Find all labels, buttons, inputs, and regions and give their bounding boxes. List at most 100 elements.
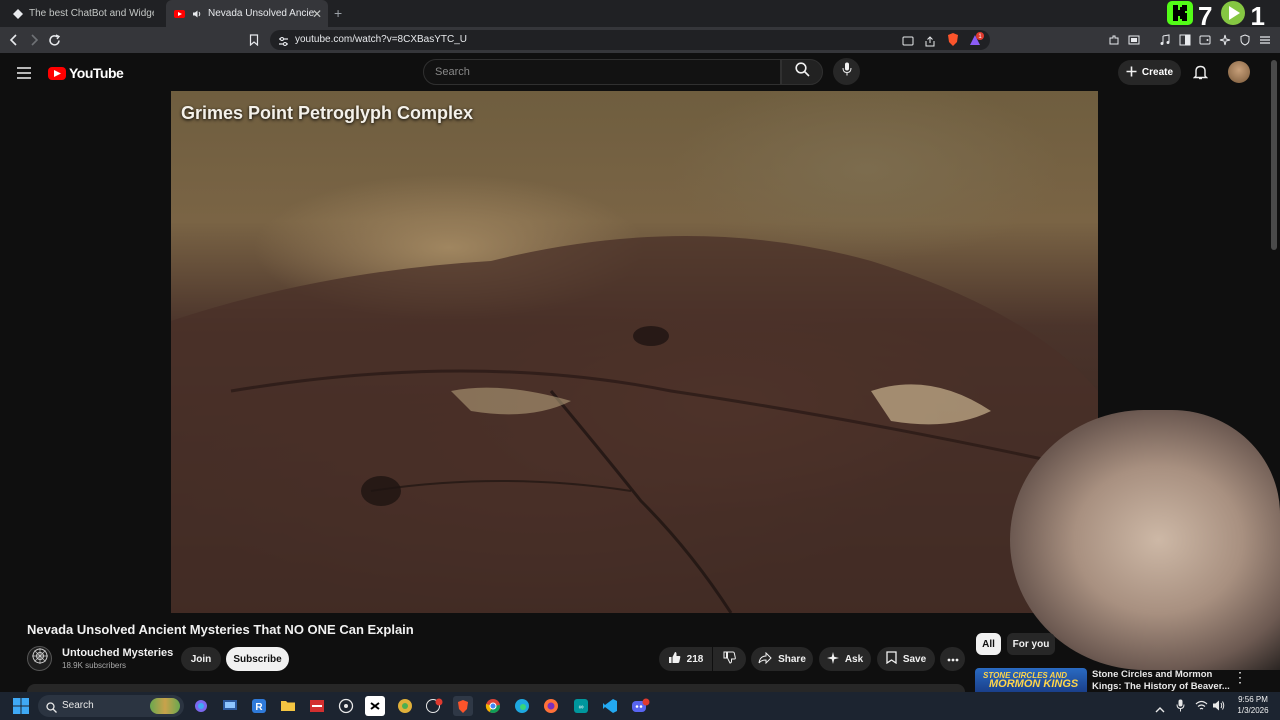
like-count: 218 <box>686 653 704 665</box>
brave-shields-icon[interactable] <box>946 32 960 52</box>
brave-browser-icon[interactable] <box>453 696 473 716</box>
channel-avatar[interactable] <box>27 646 52 671</box>
browser-tab-strip: The best ChatBot and Widgets for Ki Neva… <box>0 0 1280 27</box>
hamburger-menu-icon[interactable] <box>17 66 31 84</box>
extensions-icon[interactable] <box>1107 33 1121 47</box>
new-tab-button[interactable]: + <box>334 5 342 21</box>
forward-icon[interactable] <box>26 32 42 48</box>
browser-tab-youtube[interactable]: Nevada Unsolved Ancient My ✕ <box>166 0 328 27</box>
search-icon <box>46 700 57 718</box>
screenshot-icon[interactable] <box>1127 33 1141 47</box>
search-icon <box>794 62 810 82</box>
voice-search-button[interactable] <box>833 58 860 85</box>
subscribe-button[interactable]: Subscribe <box>226 647 289 671</box>
chrome-alt-icon[interactable] <box>395 696 415 716</box>
speaker-icon[interactable] <box>191 8 202 19</box>
diamond-icon <box>12 8 23 19</box>
url-text: youtube.com/watch?v=8CXBasYTC_U <box>295 34 468 45</box>
vscode-icon[interactable] <box>600 696 620 716</box>
copilot-icon[interactable] <box>191 696 211 716</box>
wallet-icon[interactable] <box>1198 33 1212 47</box>
arduino-icon[interactable]: ∞ <box>571 696 591 716</box>
discord-icon[interactable] <box>631 696 651 716</box>
browser-menu-icon[interactable] <box>1258 33 1272 47</box>
save-bookmark-icon <box>886 651 897 667</box>
create-label: Create <box>1141 67 1174 78</box>
youtube-logo[interactable]: YouTube <box>48 65 124 81</box>
save-button[interactable]: Save <box>877 647 935 671</box>
reload-icon[interactable] <box>46 32 62 48</box>
thumbs-up-icon <box>668 651 681 667</box>
bookmark-icon[interactable] <box>246 32 262 48</box>
system-clock[interactable]: 9:56 PM 1/3/2026 <box>1228 694 1278 716</box>
tab-title: Nevada Unsolved Ancient My <box>208 8 314 19</box>
more-vertical-icon[interactable]: ⋮ <box>1233 669 1247 686</box>
recommended-video-title[interactable]: Stone Circles and Mormon Kings: The Hist… <box>1092 669 1232 693</box>
video-title: Nevada Unsolved Ancient Mysteries That N… <box>27 622 414 637</box>
share-label: Share <box>778 653 806 665</box>
media-icon[interactable] <box>1158 33 1172 47</box>
close-tab-icon[interactable]: ✕ <box>312 7 322 21</box>
app-badge-icon[interactable] <box>424 696 444 716</box>
chrome-icon[interactable] <box>483 696 503 716</box>
description-box[interactable] <box>27 684 965 692</box>
chevron-up-icon[interactable] <box>1155 701 1165 719</box>
thumbnail-caption-main: MORMON KINGS <box>989 678 1079 690</box>
channel-name[interactable]: Untouched Mysteries <box>62 647 173 659</box>
ask-label: Ask <box>844 653 864 665</box>
back-icon[interactable] <box>6 32 22 48</box>
file-explorer-icon[interactable] <box>278 696 298 716</box>
microphone-tray-icon[interactable] <box>1176 699 1185 717</box>
like-button[interactable]: 218 <box>659 647 712 671</box>
share-page-icon[interactable] <box>924 34 936 52</box>
notifications-bell-icon[interactable] <box>1192 64 1209 85</box>
chip-all[interactable]: All <box>976 633 1001 655</box>
chip-label: For you <box>1012 638 1050 650</box>
sidebar-icon[interactable] <box>1178 33 1192 47</box>
vpn-shield-icon[interactable] <box>1238 33 1252 47</box>
clock-time: 9:56 PM <box>1238 695 1268 704</box>
obs-icon[interactable] <box>336 696 356 716</box>
ask-button[interactable]: Ask <box>819 647 871 671</box>
avatar[interactable] <box>1228 61 1250 83</box>
capcut-icon[interactable] <box>365 696 385 716</box>
search-placeholder: Search <box>435 66 470 78</box>
search-highlight-icon <box>150 698 180 714</box>
plus-icon <box>1126 66 1137 80</box>
edge-icon[interactable] <box>512 696 532 716</box>
cast-icon[interactable] <box>902 34 914 52</box>
join-button[interactable]: Join <box>181 647 221 671</box>
webcam-overlay <box>1010 410 1280 670</box>
recommended-video-thumbnail[interactable]: STONE CIRCLES AND MORMON KINGS <box>975 668 1087 692</box>
brave-rewards-icon[interactable]: 1 <box>968 32 984 52</box>
volume-icon[interactable] <box>1212 699 1225 717</box>
chip-for-you[interactable]: For you <box>1007 633 1055 655</box>
taskbar-search-input[interactable]: Search <box>38 695 184 717</box>
tab-title: The best ChatBot and Widgets for Ki <box>29 8 154 19</box>
wifi-icon[interactable] <box>1195 699 1208 717</box>
sparkle-icon <box>826 651 839 667</box>
share-button[interactable]: Share <box>751 647 813 671</box>
kick-counter-widget: 7 1 <box>1166 0 1265 31</box>
firefox-icon[interactable] <box>541 696 561 716</box>
thumbs-down-icon <box>723 651 736 667</box>
page-scrollbar[interactable] <box>1271 60 1277 250</box>
site-settings-icon[interactable] <box>278 34 289 52</box>
leo-ai-icon[interactable] <box>1218 33 1232 47</box>
create-button[interactable]: Create <box>1118 60 1181 85</box>
app-red-icon[interactable] <box>307 696 327 716</box>
browser-toolbar: youtube.com/watch?v=8CXBasYTC_U 1 <box>0 27 1280 53</box>
dislike-button[interactable] <box>713 647 746 671</box>
windows-start-icon[interactable] <box>11 696 31 716</box>
browser-tab-chatbot[interactable]: The best ChatBot and Widgets for Ki <box>4 0 162 27</box>
search-input[interactable]: Search <box>423 59 781 85</box>
video-overlay-caption: Grimes Point Petroglyph Complex <box>181 103 474 123</box>
clock-date: 1/3/2026 <box>1237 706 1269 715</box>
task-view-icon[interactable] <box>220 696 240 716</box>
video-player[interactable]: Grimes Point Petroglyph Complex <box>171 91 1098 613</box>
more-actions-button[interactable] <box>940 647 965 671</box>
search-button[interactable] <box>781 59 823 85</box>
app-r-icon[interactable]: R <box>249 696 269 716</box>
youtube-favicon-icon <box>174 8 185 19</box>
address-bar[interactable]: youtube.com/watch?v=8CXBasYTC_U 1 <box>270 30 990 50</box>
